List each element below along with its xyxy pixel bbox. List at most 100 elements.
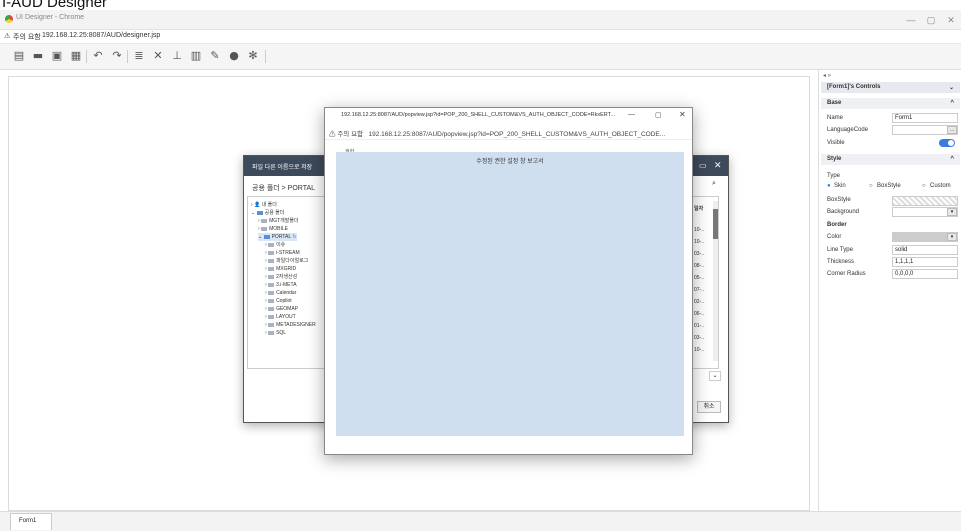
type-label: Type bbox=[827, 173, 841, 179]
search-icon[interactable]: ⌕ bbox=[712, 180, 716, 188]
tree-item[interactable]: › SQL bbox=[265, 329, 286, 337]
boxstyle-radio[interactable]: ○ bbox=[869, 183, 873, 189]
date-cell: 01-.. bbox=[694, 323, 705, 329]
tree-item[interactable]: › LAYOUT bbox=[265, 313, 296, 321]
address-bar[interactable]: ⚠ 주의 요함 192.168.12.25:8087/AUD/designer.… bbox=[0, 30, 961, 44]
tree-item[interactable]: › GEOMAP bbox=[265, 305, 298, 313]
ellipsis-button[interactable]: … bbox=[947, 126, 957, 134]
close-icon[interactable]: ✕ bbox=[714, 160, 722, 171]
controls-header-text: [Form1]'s Controls bbox=[827, 84, 881, 90]
window-title: UI Designer - Chrome bbox=[16, 14, 85, 21]
undo-icon[interactable]: ↶ bbox=[91, 49, 105, 63]
tree-item[interactable]: › 2자생산성 bbox=[265, 273, 297, 281]
thickness-field[interactable]: 1,1,1,1 bbox=[892, 257, 958, 267]
minimize-button[interactable]: — bbox=[904, 13, 918, 27]
folder-icon bbox=[268, 242, 275, 247]
date-cell: 07-.. bbox=[694, 287, 705, 293]
chevron-up-icon[interactable]: ^ bbox=[950, 156, 954, 162]
linetype-label: Line Type bbox=[827, 247, 853, 253]
scrollbar[interactable] bbox=[713, 201, 718, 361]
folder-icon bbox=[268, 282, 275, 287]
visible-toggle[interactable] bbox=[939, 139, 955, 147]
tree-item[interactable]: › 이슈 bbox=[265, 241, 285, 249]
dropdown-button[interactable]: ▾ bbox=[947, 208, 957, 216]
background-label: Background bbox=[827, 209, 860, 215]
tree-item[interactable]: › 파일다이얼로그 bbox=[265, 257, 308, 265]
color-label: Color bbox=[827, 234, 842, 240]
report-icon[interactable]: ▥ bbox=[189, 49, 203, 63]
tree-item[interactable]: › MGT개발폴더 bbox=[258, 217, 299, 225]
date-cell: 03-.. bbox=[694, 335, 705, 341]
tree-item[interactable]: › MXGRID bbox=[265, 265, 296, 273]
url-text[interactable]: 192.168.12.25:8087/AUD/designer.jsp bbox=[42, 32, 160, 39]
linetype-select[interactable]: solid bbox=[892, 245, 958, 255]
boxstyle-field[interactable] bbox=[892, 196, 958, 206]
tree-item[interactable]: › METADESIGNER bbox=[265, 321, 316, 329]
chevron-down-icon[interactable]: ⌄ bbox=[949, 84, 954, 91]
security-warning[interactable]: 주의 요함 bbox=[337, 131, 363, 138]
hierarchy-icon[interactable]: ⊥ bbox=[170, 49, 184, 63]
save-as-icon[interactable]: ▦ bbox=[69, 49, 83, 63]
style-section[interactable]: Style ^ bbox=[821, 154, 960, 165]
edit-icon[interactable]: ✎ bbox=[208, 49, 222, 63]
tree-item[interactable]: › i-STREAM bbox=[265, 249, 300, 257]
close-button[interactable]: ✕ bbox=[679, 110, 686, 119]
maximize-icon[interactable]: ▭ bbox=[699, 161, 707, 170]
close-button[interactable]: ✕ bbox=[944, 13, 958, 27]
panel-collapse-icon[interactable]: ◂ » bbox=[823, 72, 831, 79]
dropdown-button[interactable]: ▾ bbox=[947, 233, 957, 241]
chevron-up-icon[interactable]: ^ bbox=[950, 100, 954, 106]
popup-url[interactable]: 192.168.12.25:8087/AUD/popview.jsp?id=PO… bbox=[368, 131, 665, 138]
thickness-label: Thickness bbox=[827, 259, 855, 265]
folder-icon bbox=[268, 314, 275, 319]
warning-icon: ⚠ bbox=[4, 33, 11, 40]
language-label: LanguageCode bbox=[827, 127, 869, 133]
tree-item[interactable]: › Copilot bbox=[265, 297, 292, 305]
open-icon[interactable]: ▬ bbox=[31, 49, 45, 63]
maximize-button[interactable]: ▢ bbox=[924, 13, 938, 27]
run-icon[interactable]: ● bbox=[227, 49, 241, 63]
folder-icon bbox=[268, 298, 275, 303]
dropdown-button[interactable]: ⌄ bbox=[709, 371, 721, 381]
minimize-button[interactable]: — bbox=[628, 111, 635, 118]
date-cell: 10-.. bbox=[694, 347, 705, 353]
date-header[interactable]: 일자 bbox=[694, 205, 703, 212]
report-title: 수정된 권한 설정 창 보고서 bbox=[476, 159, 544, 165]
refresh-icon[interactable]: ↻ bbox=[292, 234, 296, 240]
form-tab[interactable]: Form1 bbox=[10, 513, 52, 530]
radius-field[interactable]: 0,0,0,0 bbox=[892, 269, 958, 279]
skin-radio[interactable]: ● bbox=[827, 183, 831, 189]
properties-panel: ◂ » [Form1]'s Controls ⌄ Base ^ Name Form1… bbox=[818, 70, 961, 531]
tree-item[interactable]: › 3.i-META bbox=[265, 281, 297, 289]
settings-icon[interactable]: ✻ bbox=[246, 49, 260, 63]
redo-icon[interactable]: ↷ bbox=[110, 49, 124, 63]
folder-icon bbox=[268, 322, 275, 327]
base-section[interactable]: Base ^ bbox=[821, 98, 960, 109]
tree-item-shared[interactable]: ⌄ 공용 폴더 bbox=[251, 209, 284, 217]
toolbar-divider bbox=[265, 50, 266, 63]
save-icon[interactable]: ▣ bbox=[50, 49, 64, 63]
folder-tree[interactable]: › 👤 내 폴더 ⌄ 공용 폴더 › MGT개발폴더 › MOBILE ⌄ PO… bbox=[247, 196, 325, 369]
designer-toolbar: ▤ ▬ ▣ ▦ ↶ ↷ ≣ ✕ ⊥ ▥ ✎ ● ✻ bbox=[0, 44, 961, 70]
custom-radio[interactable]: ○ bbox=[922, 183, 926, 189]
folder-icon bbox=[268, 290, 275, 295]
bottom-tab-bar bbox=[0, 511, 961, 531]
cancel-button[interactable]: 취소 bbox=[697, 401, 721, 413]
folder-icon bbox=[268, 274, 275, 279]
scrollbar-thumb[interactable] bbox=[713, 209, 718, 239]
tree-item[interactable]: › Calendar bbox=[265, 289, 296, 297]
new-icon[interactable]: ▤ bbox=[12, 49, 26, 63]
tree-item-my-folder[interactable]: › 👤 내 폴더 bbox=[251, 201, 277, 209]
toolbar-divider bbox=[127, 50, 128, 63]
name-field[interactable]: Form1 bbox=[892, 113, 958, 123]
tree-item[interactable]: › MOBILE bbox=[258, 225, 288, 233]
tools-icon[interactable]: ✕ bbox=[151, 49, 165, 63]
security-warning[interactable]: 주의 요함 bbox=[13, 32, 41, 42]
folder-icon bbox=[261, 218, 268, 223]
date-cell: 02-.. bbox=[694, 299, 705, 305]
tree-item-portal[interactable]: ⌄ PORTAL ↻ bbox=[258, 233, 297, 241]
maximize-button[interactable]: ▢ bbox=[655, 111, 662, 119]
database-icon[interactable]: ≣ bbox=[132, 49, 146, 63]
popup-window: ⊘ 192.168.12.25:8087/AUD/popview.jsp?id=… bbox=[324, 107, 693, 455]
popup-address-bar[interactable]: ⚠ 주의 요함 192.168.12.25:8087/AUD/popview.j… bbox=[325, 124, 692, 140]
